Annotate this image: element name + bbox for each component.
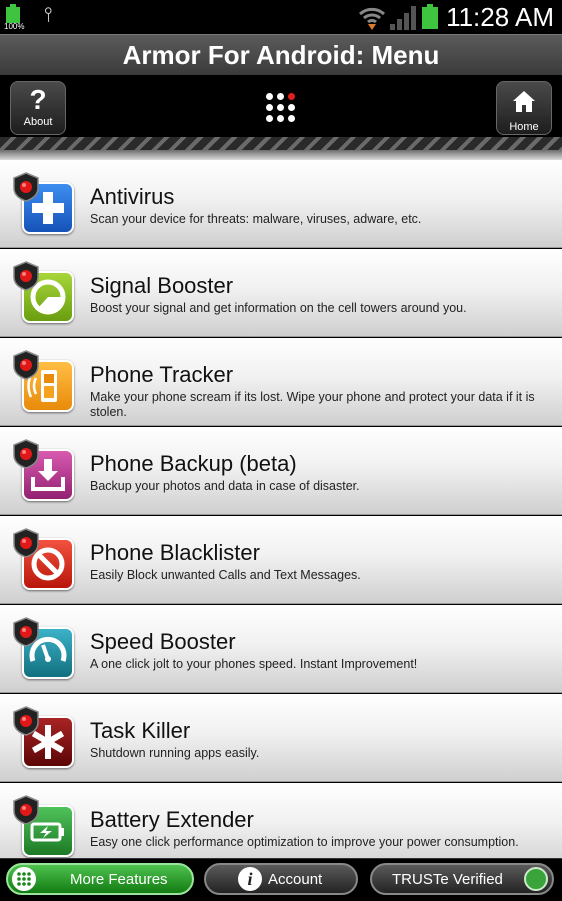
home-label: Home [509,121,539,133]
menu-item-speed-booster[interactable]: Speed Booster A one click jolt to your p… [0,605,562,693]
shield-badge-icon [13,439,39,469]
menu-item-description: Easily Block unwanted Calls and Text Mes… [90,568,361,582]
question-icon: ? [29,84,47,115]
shield-badge-icon [13,350,39,380]
usb-icon: ⫯ [44,4,53,26]
clock: 11:28 AM [446,2,554,32]
menu-item-title: Task Killer [90,718,191,743]
about-label: About [23,116,53,128]
shield-badge-icon [13,172,39,202]
battery-percent: 100% [4,22,25,31]
shield-badge-icon [13,795,39,825]
menu-item-description: Backup your photos and data in case of d… [90,479,360,493]
menu-item-title: Phone Backup (beta) [90,451,297,476]
cell-signal-icon [390,6,416,30]
more-features-button[interactable]: More Features [6,863,194,895]
account-button[interactable]: i Account [204,863,358,895]
menu-item-title: Antivirus [90,184,175,209]
menu-item-phone-blacklister[interactable]: Phone Blacklister Easily Block unwanted … [0,516,562,604]
bottom-bar: More Features i Account TRUSTe Verified [0,858,562,901]
shield-badge-icon [13,617,39,647]
home-icon [497,84,551,121]
menu-item-title: Battery Extender [90,807,254,832]
home-button[interactable]: Home [496,81,552,135]
battery-icon [422,4,438,30]
title-bar: Armor For Android: Menu [0,34,562,76]
wifi-icon [359,7,385,30]
menu-item-description: Scan your device for threats: malware, v… [90,212,422,226]
menu-item-description: Shutdown running apps easily. [90,746,260,760]
menu-item-title: Phone Tracker [90,362,234,387]
shield-badge-icon [13,261,39,291]
menu-item-phone-backup[interactable]: Phone Backup (beta) Backup your photos a… [0,427,562,515]
menu-item-description: Boost your signal and get information on… [90,301,467,315]
truste-seal-icon [524,867,548,891]
menu-item-description: A one click jolt to your phones speed. I… [90,657,418,671]
info-icon: i [238,867,262,891]
status-bar: 100% ⫯ 11:28 AM [0,0,562,34]
shield-badge-icon [13,706,39,736]
menu-item-task-killer[interactable]: Task Killer Shutdown running apps easily… [0,694,562,782]
more-features-label: More Features [70,871,168,888]
menu-item-signal-booster[interactable]: Signal Booster Boost your signal and get… [0,249,562,337]
menu-item-title: Speed Booster [90,629,236,654]
menu-item-description: Easy one click performance optimization … [90,835,519,849]
menu-item-title: Phone Blacklister [90,540,260,565]
menu-item-antivirus[interactable]: Antivirus Scan your device for threats: … [0,160,562,248]
decorative-divider [0,137,562,160]
account-label: Account [268,871,323,888]
grid-icon [12,867,36,891]
about-button[interactable]: ? About [10,81,66,135]
menu-list: Antivirus Scan your device for threats: … [0,160,562,860]
menu-item-phone-tracker[interactable]: Phone Tracker Make your phone scream if … [0,338,562,426]
menu-item-battery-extender[interactable]: Battery Extender Easy one click performa… [0,783,562,860]
toolbar: ? About Home [0,75,562,137]
menu-item-description: Make your phone scream if its lost. Wipe… [90,390,535,419]
menu-item-title: Signal Booster [90,273,234,298]
truste-verified-button[interactable]: TRUSTe Verified [370,863,554,895]
truste-label: TRUSTe Verified [392,871,503,888]
app-grid-icon[interactable] [266,93,296,123]
shield-badge-icon [13,528,39,558]
page-title: Armor For Android: Menu [122,40,440,70]
